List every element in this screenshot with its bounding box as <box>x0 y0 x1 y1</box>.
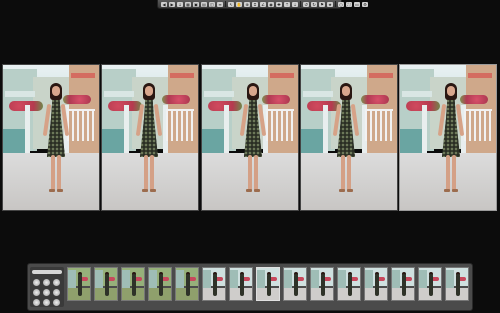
thumbnail-label <box>283 302 307 306</box>
filmstrip-search-field[interactable] <box>32 270 62 274</box>
thumbnail-label <box>391 302 415 306</box>
thumbnail-label <box>445 302 469 306</box>
filmstrip-thumbnail[interactable] <box>283 267 307 301</box>
nav-forward-icon[interactable]: ▶ <box>169 1 175 7</box>
compare-icon[interactable]: ◫ <box>209 1 215 7</box>
filmstrip-sort-button[interactable] <box>33 279 40 286</box>
thumbnail-label <box>256 302 280 306</box>
viewer-icon[interactable]: ▣ <box>193 1 199 7</box>
light-table-icon[interactable]: ▤ <box>201 1 207 7</box>
thumbnail-label <box>202 302 226 306</box>
filmstrip-thumbnail[interactable] <box>94 267 118 301</box>
viewer-photo-2[interactable] <box>101 64 199 211</box>
street-photo <box>400 65 496 210</box>
filmstrip-thumbnail[interactable] <box>391 267 415 301</box>
filmstrip <box>27 263 473 311</box>
street-photo <box>102 65 198 210</box>
filmstrip-controls <box>30 267 64 307</box>
hud-icon[interactable]: ▭ <box>354 1 360 7</box>
select-tool-icon[interactable]: ↖ <box>228 1 234 7</box>
filmstrip-thumbnail[interactable] <box>229 267 253 301</box>
rotate-right-icon[interactable]: ↻ <box>311 1 317 7</box>
filmstrip-thumbnail[interactable] <box>121 267 145 301</box>
crop-tool-icon[interactable]: ⌗ <box>252 1 258 7</box>
thumbnail-label <box>175 302 199 306</box>
street-photo <box>301 65 397 210</box>
model-figure <box>436 83 466 199</box>
toolbar-separator <box>300 1 301 7</box>
filmstrip-thumbnail[interactable] <box>418 267 442 301</box>
thumbnail-label <box>337 302 361 306</box>
hand-tool-icon[interactable]: ✋ <box>236 1 242 7</box>
zoom-tool-icon[interactable]: ⊕ <box>244 1 250 7</box>
filmstrip-thumbnail[interactable] <box>364 267 388 301</box>
spot-tool-icon[interactable]: ✚ <box>276 1 282 7</box>
filmstrip-thumbnail[interactable] <box>175 267 199 301</box>
thumbnail-label <box>229 302 253 306</box>
filmstrip-next-button[interactable] <box>53 299 60 306</box>
thumbnail-label <box>364 302 388 306</box>
toolbar-separator <box>335 1 336 7</box>
straighten-tool-icon[interactable]: ∠ <box>260 1 266 7</box>
fullscreen-icon[interactable]: ⛶ <box>346 1 352 7</box>
redeye-tool-icon[interactable]: ◉ <box>268 1 274 7</box>
stack-icon[interactable]: ≡ <box>217 1 223 7</box>
filmstrip-play-button[interactable] <box>43 299 50 306</box>
filmstrip-flag-button[interactable] <box>43 289 50 296</box>
model-figure <box>238 83 268 199</box>
stamp-tool-icon[interactable]: ⇣ <box>292 1 298 7</box>
thumbnail-label <box>310 302 334 306</box>
main-toolbar: ◀ ▶ ↓ ▦ ▣ ▤ ◫ ≡ ↖ ✋ ⊕ ⌗ ∠ ◉ ✚ ⇡ ⇣ ↺ ↻ ⚑ ★ ○ ⛶ ▭ ⚙ <box>157 0 368 9</box>
model-figure <box>134 83 164 199</box>
lift-tool-icon[interactable]: ⇡ <box>284 1 290 7</box>
filmstrip-thumbnail[interactable] <box>310 267 334 301</box>
filmstrip-thumbnail[interactable] <box>337 267 361 301</box>
street-photo <box>3 65 99 210</box>
viewer-photo-4[interactable] <box>300 64 398 211</box>
filmstrip-label-button[interactable] <box>53 289 60 296</box>
toolbar-separator <box>225 1 226 7</box>
thumbnail-label <box>67 302 91 306</box>
thumbnail-label <box>418 302 442 306</box>
browser-icon[interactable]: ▦ <box>185 1 191 7</box>
thumbnail-label <box>94 302 118 306</box>
settings-icon[interactable]: ⚙ <box>362 1 368 7</box>
viewer-photo-3[interactable] <box>201 64 299 211</box>
filmstrip-thumbnail[interactable] <box>256 267 280 301</box>
rating-icon[interactable]: ★ <box>327 1 333 7</box>
rotate-left-icon[interactable]: ↺ <box>303 1 309 7</box>
filmstrip-rate-button[interactable] <box>33 289 40 296</box>
thumbnail-label <box>121 302 145 306</box>
model-figure <box>331 83 361 199</box>
model-figure <box>41 83 71 199</box>
street-photo <box>202 65 298 210</box>
loupe-icon[interactable]: ○ <box>338 1 344 7</box>
filmstrip-filter-button[interactable] <box>43 279 50 286</box>
flag-icon[interactable]: ⚑ <box>319 1 325 7</box>
filmstrip-prev-button[interactable] <box>33 299 40 306</box>
thumbnail-label <box>148 302 172 306</box>
filmstrip-stack-button[interactable] <box>53 279 60 286</box>
viewer-photo-1[interactable] <box>2 64 100 211</box>
nav-back-icon[interactable]: ◀ <box>161 1 167 7</box>
viewer-photo-5[interactable] <box>399 64 497 211</box>
import-icon[interactable]: ↓ <box>177 1 183 7</box>
filmstrip-thumbnail[interactable] <box>445 267 469 301</box>
image-viewer <box>0 62 500 212</box>
filmstrip-thumbnail[interactable] <box>202 267 226 301</box>
filmstrip-thumbnails <box>65 266 471 308</box>
filmstrip-thumbnail[interactable] <box>148 267 172 301</box>
filmstrip-thumbnail[interactable] <box>67 267 91 301</box>
